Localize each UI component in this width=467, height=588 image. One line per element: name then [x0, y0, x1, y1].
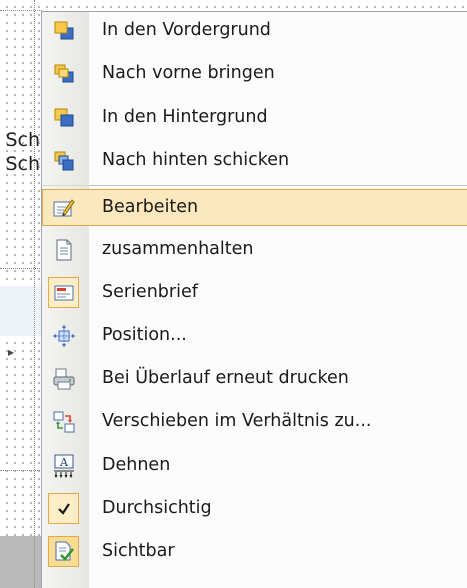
menu-item-reprint-on-overflow[interactable]: Bei Überlauf erneut drucken — [42, 360, 467, 397]
background-text-fragment: Sch — [5, 153, 40, 175]
menu-item-transparent[interactable]: Durchsichtig — [42, 490, 467, 527]
document-icon — [56, 239, 72, 261]
menu-item-label: Bei Überlauf erneut drucken — [102, 368, 349, 388]
guide-line-vertical — [34, 0, 35, 588]
background-text-fragment: Sch — [5, 129, 40, 151]
svg-text:A: A — [59, 456, 69, 469]
menu-item-label: Nach hinten schicken — [102, 150, 290, 170]
checkmark-icon — [58, 503, 70, 515]
context-menu: In den Vordergrund Nach vorne bringen In… — [41, 11, 467, 588]
menu-item-label: Serienbrief — [102, 282, 198, 302]
mail-merge-icon — [54, 285, 74, 301]
send-backward-icon — [54, 151, 74, 171]
menu-item-label: Durchsichtig — [102, 498, 212, 518]
menu-item-send-to-back[interactable]: In den Hintergrund — [42, 99, 467, 136]
menu-item-position[interactable]: Position... — [42, 317, 467, 354]
menu-item-label: In den Hintergrund — [102, 107, 268, 127]
menu-item-stretch[interactable]: A Dehnen — [42, 447, 467, 484]
position-icon — [53, 325, 75, 347]
stretch-icon: A — [54, 454, 74, 478]
menu-item-label: Verschieben im Verhältnis zu... — [102, 411, 372, 431]
menu-item-label: Nach vorne bringen — [102, 63, 275, 83]
menu-item-label: In den Vordergrund — [102, 20, 271, 40]
guide-line-horizontal — [0, 470, 42, 471]
bring-to-front-icon — [54, 21, 74, 40]
menu-item-bring-forward[interactable]: Nach vorne bringen — [42, 55, 467, 92]
menu-item-mail-merge[interactable]: Serienbrief — [42, 274, 467, 311]
arrow-icon: ▸ — [8, 345, 15, 359]
menu-item-label: Position... — [102, 325, 187, 345]
reprint-on-overflow-icon — [53, 368, 75, 390]
visible-icon — [55, 541, 75, 561]
bring-forward-icon — [54, 64, 74, 83]
menu-item-label: zusammenhalten — [102, 239, 254, 259]
menu-item-label: Dehnen — [102, 455, 171, 475]
background-band-gray — [0, 536, 42, 588]
background-band — [0, 286, 42, 336]
menu-item-label: Sichtbar — [102, 541, 175, 561]
guide-line-horizontal — [0, 10, 42, 11]
move-relative-icon — [53, 411, 75, 433]
send-to-back-icon — [54, 108, 74, 127]
menu-item-move-relative[interactable]: Verschieben im Verhältnis zu... — [42, 403, 467, 440]
menu-item-send-backward[interactable]: Nach hinten schicken — [42, 142, 467, 179]
menu-item-keep-together[interactable]: zusammenhalten — [42, 231, 467, 268]
guide-line-horizontal — [0, 268, 42, 269]
menu-item-edit[interactable]: Bearbeiten — [42, 189, 467, 226]
menu-item-bring-to-front[interactable]: In den Vordergrund — [42, 12, 467, 49]
menu-item-label: Bearbeiten — [102, 197, 199, 217]
menu-item-visible[interactable]: Sichtbar — [42, 533, 467, 570]
edit-icon — [53, 199, 75, 217]
menu-separator — [42, 185, 467, 186]
